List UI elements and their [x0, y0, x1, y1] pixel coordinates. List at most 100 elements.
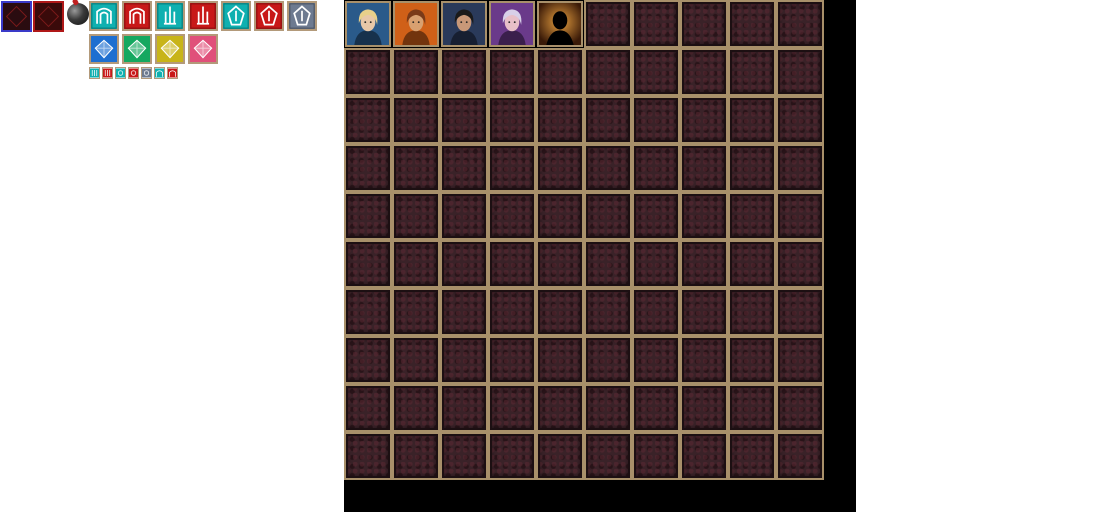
grid-cell[interactable] [392, 384, 440, 432]
gold-gem-icon[interactable] [155, 34, 185, 64]
dark-knight-portrait[interactable] [441, 1, 487, 47]
grid-cell[interactable] [632, 192, 680, 240]
grid-cell[interactable] [776, 288, 824, 336]
grid-cell[interactable] [728, 336, 776, 384]
fire-warrior-portrait[interactable] [393, 1, 439, 47]
cyan-tower-rune-icon[interactable] [155, 1, 185, 31]
red-helm-rune-icon[interactable] [254, 1, 284, 31]
grid-cell[interactable] [776, 384, 824, 432]
grid-cell[interactable] [344, 240, 392, 288]
grid-cell[interactable] [536, 336, 584, 384]
grid-cell[interactable] [632, 432, 680, 480]
grid-cell[interactable] [584, 144, 632, 192]
silhouette-portrait[interactable] [537, 1, 583, 47]
grid-cell[interactable] [440, 240, 488, 288]
grid-cell[interactable] [680, 288, 728, 336]
grid-cell[interactable] [584, 240, 632, 288]
grid-cell[interactable] [776, 144, 824, 192]
red-frame-slot-icon[interactable] [33, 1, 64, 32]
grid-cell[interactable] [728, 432, 776, 480]
grid-cell[interactable] [680, 96, 728, 144]
steel-helm-rune-icon[interactable] [287, 1, 317, 31]
grid-cell[interactable] [344, 144, 392, 192]
grid-cell[interactable] [488, 288, 536, 336]
grid-cell[interactable] [680, 0, 728, 48]
grid-cell[interactable] [728, 48, 776, 96]
grid-cell[interactable] [776, 240, 824, 288]
grid-cell[interactable] [488, 96, 536, 144]
grid-cell[interactable] [728, 240, 776, 288]
green-gem-icon[interactable] [122, 34, 152, 64]
grid-cell[interactable] [776, 192, 824, 240]
grid-cell[interactable] [344, 288, 392, 336]
mini-red-fork-icon[interactable] [102, 67, 113, 79]
grid-cell[interactable] [440, 48, 488, 96]
grid-cell[interactable] [440, 288, 488, 336]
bomb-icon[interactable] [67, 3, 89, 25]
grid-cell[interactable] [344, 192, 392, 240]
grid-cell[interactable] [392, 96, 440, 144]
grid-cell[interactable] [728, 192, 776, 240]
grid-cell[interactable] [440, 96, 488, 144]
grid-cell[interactable] [344, 336, 392, 384]
grid-cell[interactable] [440, 192, 488, 240]
grid-cell[interactable] [344, 48, 392, 96]
grid-cell[interactable] [536, 96, 584, 144]
grid-cell[interactable] [536, 192, 584, 240]
grid-cell[interactable] [728, 0, 776, 48]
grid-cell[interactable] [632, 240, 680, 288]
grid-cell[interactable] [392, 48, 440, 96]
silver-hair-rogue-portrait[interactable] [489, 1, 535, 47]
grid-cell[interactable] [776, 0, 824, 48]
grid-cell[interactable] [584, 96, 632, 144]
grid-cell[interactable] [584, 384, 632, 432]
grid-cell[interactable] [680, 432, 728, 480]
grid-cell[interactable] [392, 288, 440, 336]
cyan-helm-rune-icon[interactable] [221, 1, 251, 31]
grid-cell[interactable] [488, 144, 536, 192]
grid-cell[interactable] [680, 384, 728, 432]
mini-red-burst-icon[interactable] [128, 67, 139, 79]
blue-frame-slot-icon[interactable] [1, 1, 32, 32]
grid-cell[interactable] [680, 48, 728, 96]
grid-cell[interactable] [536, 288, 584, 336]
red-arch-rune-icon[interactable] [122, 1, 152, 31]
grid-cell[interactable] [536, 384, 584, 432]
grid-cell[interactable] [344, 96, 392, 144]
grid-cell[interactable] [536, 48, 584, 96]
grid-cell[interactable] [632, 336, 680, 384]
grid-cell[interactable] [488, 336, 536, 384]
grid-cell[interactable] [776, 432, 824, 480]
grid-cell[interactable] [392, 144, 440, 192]
grid-cell[interactable] [488, 432, 536, 480]
grid-cell[interactable] [440, 336, 488, 384]
mini-cyan-arch-icon[interactable] [154, 67, 165, 79]
grid-cell[interactable] [392, 432, 440, 480]
grid-cell[interactable] [488, 240, 536, 288]
grid-cell[interactable] [392, 336, 440, 384]
grid-cell[interactable] [440, 144, 488, 192]
grid-cell[interactable] [776, 96, 824, 144]
grid-cell[interactable] [536, 432, 584, 480]
grid-cell[interactable] [536, 240, 584, 288]
grid-cell[interactable] [392, 240, 440, 288]
grid-cell[interactable] [584, 192, 632, 240]
pink-gem-icon[interactable] [188, 34, 218, 64]
grid-cell[interactable] [632, 144, 680, 192]
grid-cell[interactable] [392, 192, 440, 240]
blonde-mage-portrait[interactable] [345, 1, 391, 47]
grid-cell[interactable] [584, 0, 632, 48]
grid-cell[interactable] [680, 240, 728, 288]
mini-red-arch-icon[interactable] [167, 67, 178, 79]
grid-cell[interactable] [632, 96, 680, 144]
blue-gem-icon[interactable] [89, 34, 119, 64]
grid-cell[interactable] [488, 48, 536, 96]
grid-cell[interactable] [344, 384, 392, 432]
grid-cell[interactable] [488, 192, 536, 240]
red-tower-rune-icon[interactable] [188, 1, 218, 31]
grid-cell[interactable] [632, 48, 680, 96]
grid-cell[interactable] [632, 288, 680, 336]
grid-cell[interactable] [632, 0, 680, 48]
mini-cyan-fork-icon[interactable] [89, 67, 100, 79]
grid-cell[interactable] [632, 384, 680, 432]
